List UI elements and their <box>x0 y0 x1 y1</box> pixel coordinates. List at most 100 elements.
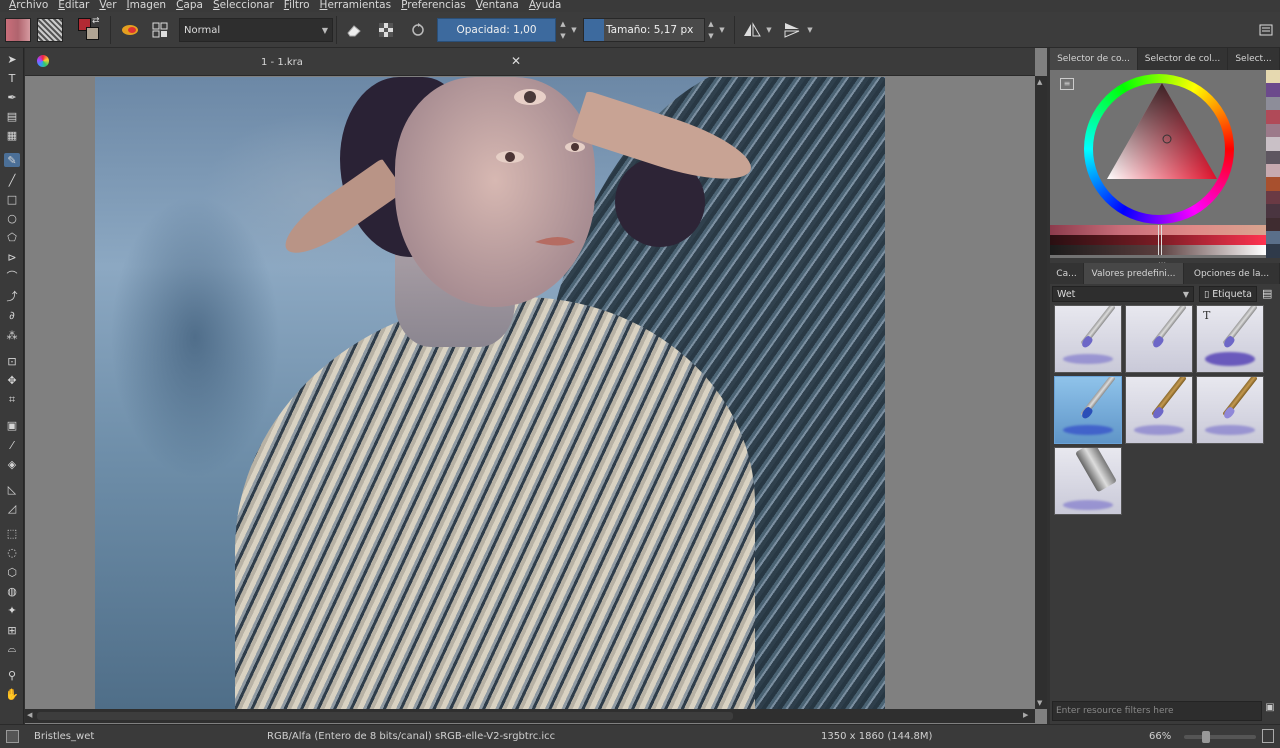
palette-swatch[interactable] <box>1266 110 1280 124</box>
tab-layers[interactable]: Ca... <box>1050 263 1084 285</box>
saturation-value-triangle[interactable] <box>1107 83 1217 179</box>
palette-swatch[interactable] <box>1266 123 1280 138</box>
crop-tool-icon[interactable]: ⌗ <box>4 393 20 407</box>
opacity-menu-icon[interactable]: ▼ <box>569 18 579 42</box>
freehand-select-tool-icon[interactable]: ◍ <box>4 584 20 598</box>
blend-mode-dropdown[interactable]: Normal ▼ <box>179 18 333 42</box>
brush-preset-tile-selected[interactable] <box>1054 376 1122 444</box>
multibrush-tool-icon[interactable]: ⁂ <box>4 328 20 342</box>
zoom-slider-handle[interactable] <box>1202 731 1210 743</box>
status-color-space[interactable]: RGB/Alfa (Entero de 8 bits/canal) sRGB-e… <box>267 731 555 742</box>
menu-capa[interactable]: Capa <box>176 0 203 11</box>
menu-archivo[interactable]: Archivo <box>9 0 48 11</box>
menu-herramientas[interactable]: Herramientas <box>320 0 392 11</box>
save-filter-icon[interactable]: ▣ <box>1262 702 1278 720</box>
mirror-horizontal-icon[interactable] <box>740 18 764 42</box>
dynamic-brush-tool-icon[interactable]: ∂ <box>4 308 20 322</box>
mirror-horizontal-menu-icon[interactable]: ▼ <box>764 18 774 42</box>
tab-advanced-color-selector[interactable]: Selector de co... <box>1050 48 1138 70</box>
polygon-select-tool-icon[interactable]: ⬡ <box>4 565 20 579</box>
ellipse-tool-icon[interactable]: ○ <box>4 211 20 225</box>
opacity-slider[interactable]: Opacidad: 1,00 <box>437 18 556 42</box>
background-color-swatch[interactable] <box>86 27 99 40</box>
rect-select-tool-icon[interactable]: ⬚ <box>4 526 20 540</box>
pattern-edit-tool-icon[interactable]: ▦ <box>4 128 20 142</box>
zoom-tool-icon[interactable]: ⚲ <box>4 668 20 682</box>
text-tool-icon[interactable]: T <box>4 71 20 85</box>
palette-swatch[interactable] <box>1266 244 1280 258</box>
menu-ayuda[interactable]: Ayuda <box>529 0 561 11</box>
palette-swatch[interactable] <box>1266 204 1280 218</box>
palette-swatch[interactable] <box>1266 217 1280 232</box>
brush-preset-tile[interactable] <box>1125 376 1193 444</box>
color-settings-icon[interactable]: ≡ <box>1060 78 1074 90</box>
pattern-selector[interactable] <box>37 18 63 42</box>
calligraphy-tool-icon[interactable]: ✒ <box>4 90 20 104</box>
brush-preset-tile[interactable]: T <box>1196 305 1264 373</box>
preset-tag-dropdown[interactable]: Wet ▼ <box>1052 286 1194 302</box>
color-history-strips[interactable] <box>1050 225 1266 255</box>
select-shape-tool-icon[interactable]: ➤ <box>4 52 20 66</box>
assistant-tool-icon[interactable]: ◺ <box>4 482 20 496</box>
tab-selector[interactable]: Select... <box>1228 48 1280 70</box>
polyline-tool-icon[interactable]: ⊳ <box>4 250 20 264</box>
palette-strip[interactable] <box>1266 70 1280 258</box>
color-picker-tool-icon[interactable]: ⁄ <box>4 438 20 452</box>
document-tab[interactable]: 1 - 1.kra ✕ <box>25 48 1035 76</box>
tab-color-selector[interactable]: Selector de col... <box>1138 48 1228 70</box>
menu-editar[interactable]: Editar <box>58 0 89 11</box>
reload-preset-icon[interactable] <box>406 18 430 42</box>
freehand-path-tool-icon[interactable]: ⤴ <box>4 289 20 303</box>
mirror-vertical-icon[interactable] <box>780 18 804 42</box>
resource-filter-input[interactable]: Enter resource filters here <box>1052 701 1262 721</box>
brush-preset-tile[interactable] <box>1125 305 1193 373</box>
horizontal-scroll-thumb[interactable] <box>37 712 733 720</box>
scroll-right-icon[interactable]: ▶ <box>1023 711 1028 719</box>
menu-imagen[interactable]: Imagen <box>127 0 167 11</box>
fill-tool-icon[interactable]: ◈ <box>4 457 20 471</box>
freehand-brush-tool-icon[interactable]: ✎ <box>4 153 20 167</box>
line-tool-icon[interactable]: ╱ <box>4 173 20 187</box>
brush-preset-tile[interactable] <box>1054 305 1122 373</box>
move-tool-icon[interactable]: ✥ <box>4 373 20 387</box>
brush-preset-icon[interactable] <box>118 18 142 42</box>
menu-filtro[interactable]: Filtro <box>284 0 310 11</box>
tab-brush-presets[interactable]: Valores predefini... <box>1084 263 1184 285</box>
palette-swatch[interactable] <box>1266 231 1280 245</box>
gradient-selector[interactable] <box>5 18 31 42</box>
preset-view-options-icon[interactable]: ▤ <box>1262 287 1272 300</box>
palette-swatch[interactable] <box>1266 137 1280 151</box>
similar-select-tool-icon[interactable]: ⊞ <box>4 623 20 637</box>
palette-swatch[interactable] <box>1266 96 1280 111</box>
tag-menu-button[interactable]: ▯ Etiqueta <box>1199 286 1257 302</box>
bezier-tool-icon[interactable]: ⌒ <box>4 269 20 283</box>
preserve-alpha-icon[interactable] <box>374 18 398 42</box>
brush-editor-icon[interactable] <box>148 18 172 42</box>
contiguous-select-tool-icon[interactable]: ✦ <box>4 603 20 617</box>
menu-ver[interactable]: Ver <box>99 0 116 11</box>
vertical-scrollbar[interactable]: ▲ ▼ <box>1035 76 1047 709</box>
mirror-vertical-menu-icon[interactable]: ▼ <box>805 18 815 42</box>
gradient-tool-icon[interactable]: ▣ <box>4 418 20 432</box>
polygon-tool-icon[interactable]: ⬠ <box>4 230 20 244</box>
measure-tool-icon[interactable]: ◿ <box>4 501 20 515</box>
brush-preset-status-icon[interactable] <box>6 730 19 743</box>
brush-preset-tile[interactable] <box>1054 447 1122 515</box>
close-tab-icon[interactable]: ✕ <box>511 54 521 68</box>
zoom-slider[interactable] <box>1184 731 1256 743</box>
edit-shapes-tool-icon[interactable]: ▤ <box>4 109 20 123</box>
palette-swatch[interactable] <box>1266 150 1280 164</box>
swap-colors-icon[interactable]: ⇄ <box>92 16 100 26</box>
size-spinner[interactable]: ▲ ▼ <box>706 18 716 42</box>
ellipse-select-tool-icon[interactable]: ◌ <box>4 545 20 559</box>
canvas-only-icon[interactable] <box>1254 18 1278 42</box>
bezier-select-tool-icon[interactable]: ⌓ <box>4 642 20 656</box>
size-slider[interactable]: Tamaño: 5,17 px <box>583 18 705 42</box>
brush-preset-tile[interactable] <box>1196 376 1264 444</box>
transform-tool-icon[interactable]: ⊡ <box>4 354 20 368</box>
palette-swatch[interactable] <box>1266 70 1280 84</box>
size-menu-icon[interactable]: ▼ <box>717 18 727 42</box>
palette-swatch[interactable] <box>1266 177 1280 191</box>
opacity-spinner[interactable]: ▲ ▼ <box>558 18 568 42</box>
rotate-canvas-icon[interactable] <box>1262 729 1274 743</box>
